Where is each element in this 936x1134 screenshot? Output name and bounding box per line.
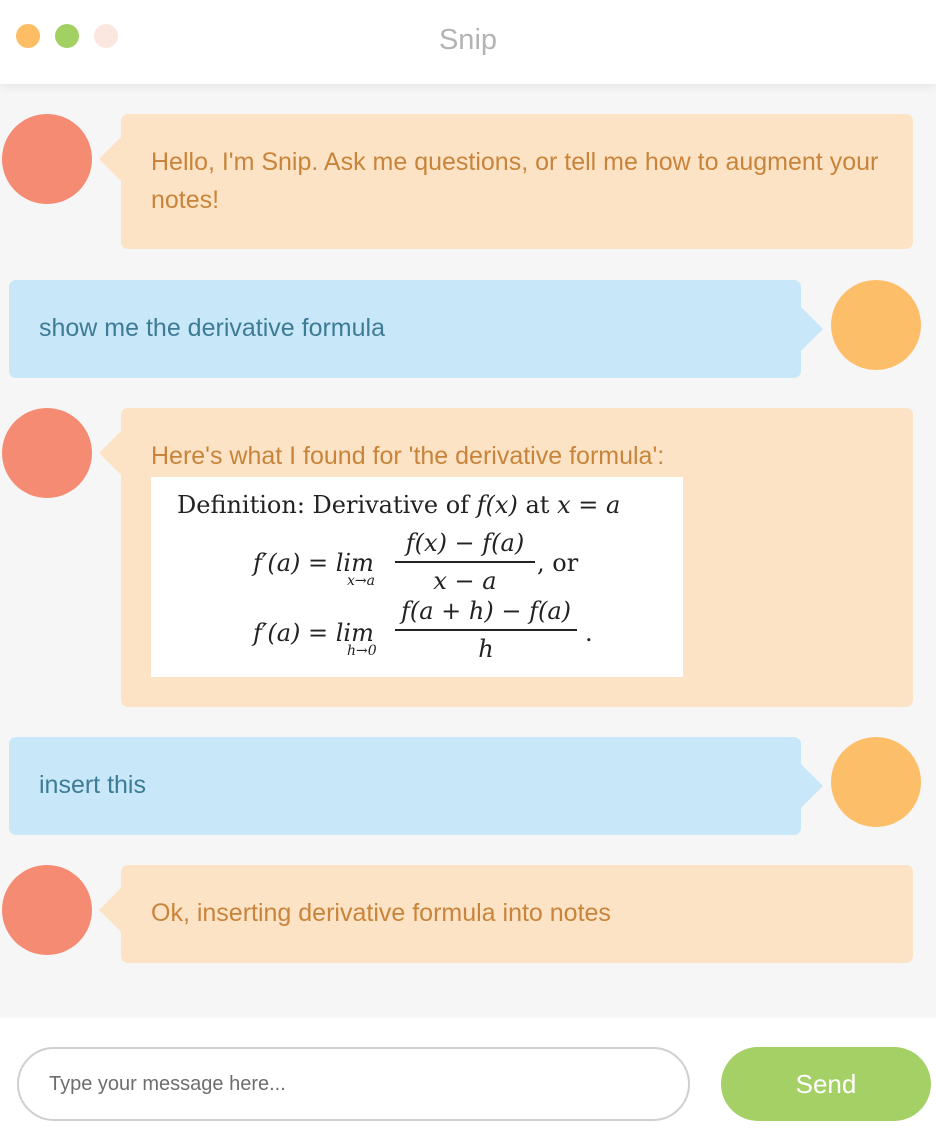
app-title: Snip [438,24,498,56]
bot-avatar [2,114,92,204]
bot-message: Hello, I'm Snip. Ask me questions, or te… [99,114,913,249]
fraction-bar [395,629,577,631]
user-message: insert this [9,737,823,835]
title-bar: Snip [0,0,936,84]
message-text: Ok, inserting derivative formula into no… [151,899,611,927]
formula-line2-numerator: f(a + h) − f(a) [400,597,572,625]
message-text: Here's what I found for 'the derivative … [151,442,665,470]
formula-heading-eq: x = a [557,491,621,519]
formula-line1-denominator: x − a [433,567,497,595]
bot-message: Here's what I found for 'the derivative … [99,408,913,707]
composer-bar: Send [0,1018,936,1134]
formula-heading-at: at [525,491,550,519]
formula-heading-fx: f(x) [476,491,518,519]
bot-message: Ok, inserting derivative formula into no… [99,865,913,963]
user-avatar [831,737,921,827]
formula-line1-sub: x→a [347,573,375,589]
fraction-bar [395,561,535,563]
message-input[interactable] [17,1047,690,1121]
message-text: show me the derivative formula [39,314,385,342]
bot-avatar [2,408,92,498]
message-text: Hello, I'm Snip. Ask me questions, or te… [151,148,879,214]
formula-heading: Definition: Derivative of f(x) at x = a [177,491,620,519]
chat-log: Hello, I'm Snip. Ask me questions, or te… [0,84,936,1018]
formula-line2-denominator: h [478,635,494,663]
send-button[interactable]: Send [721,1047,931,1121]
user-message: show me the derivative formula [9,280,823,378]
formula-image: Definition: Derivative of f(x) at x = a … [151,477,683,677]
formula-line1-tail: , or [537,549,579,577]
formula-line1-numerator: f(x) − f(a) [405,529,525,557]
formula-line2-sub: h→0 [347,643,377,659]
user-avatar [831,280,921,370]
message-text: insert this [39,771,146,799]
bot-avatar [2,865,92,955]
formula-heading-text: Definition: Derivative of [177,491,470,519]
formula-line2-tail: . [585,619,593,647]
